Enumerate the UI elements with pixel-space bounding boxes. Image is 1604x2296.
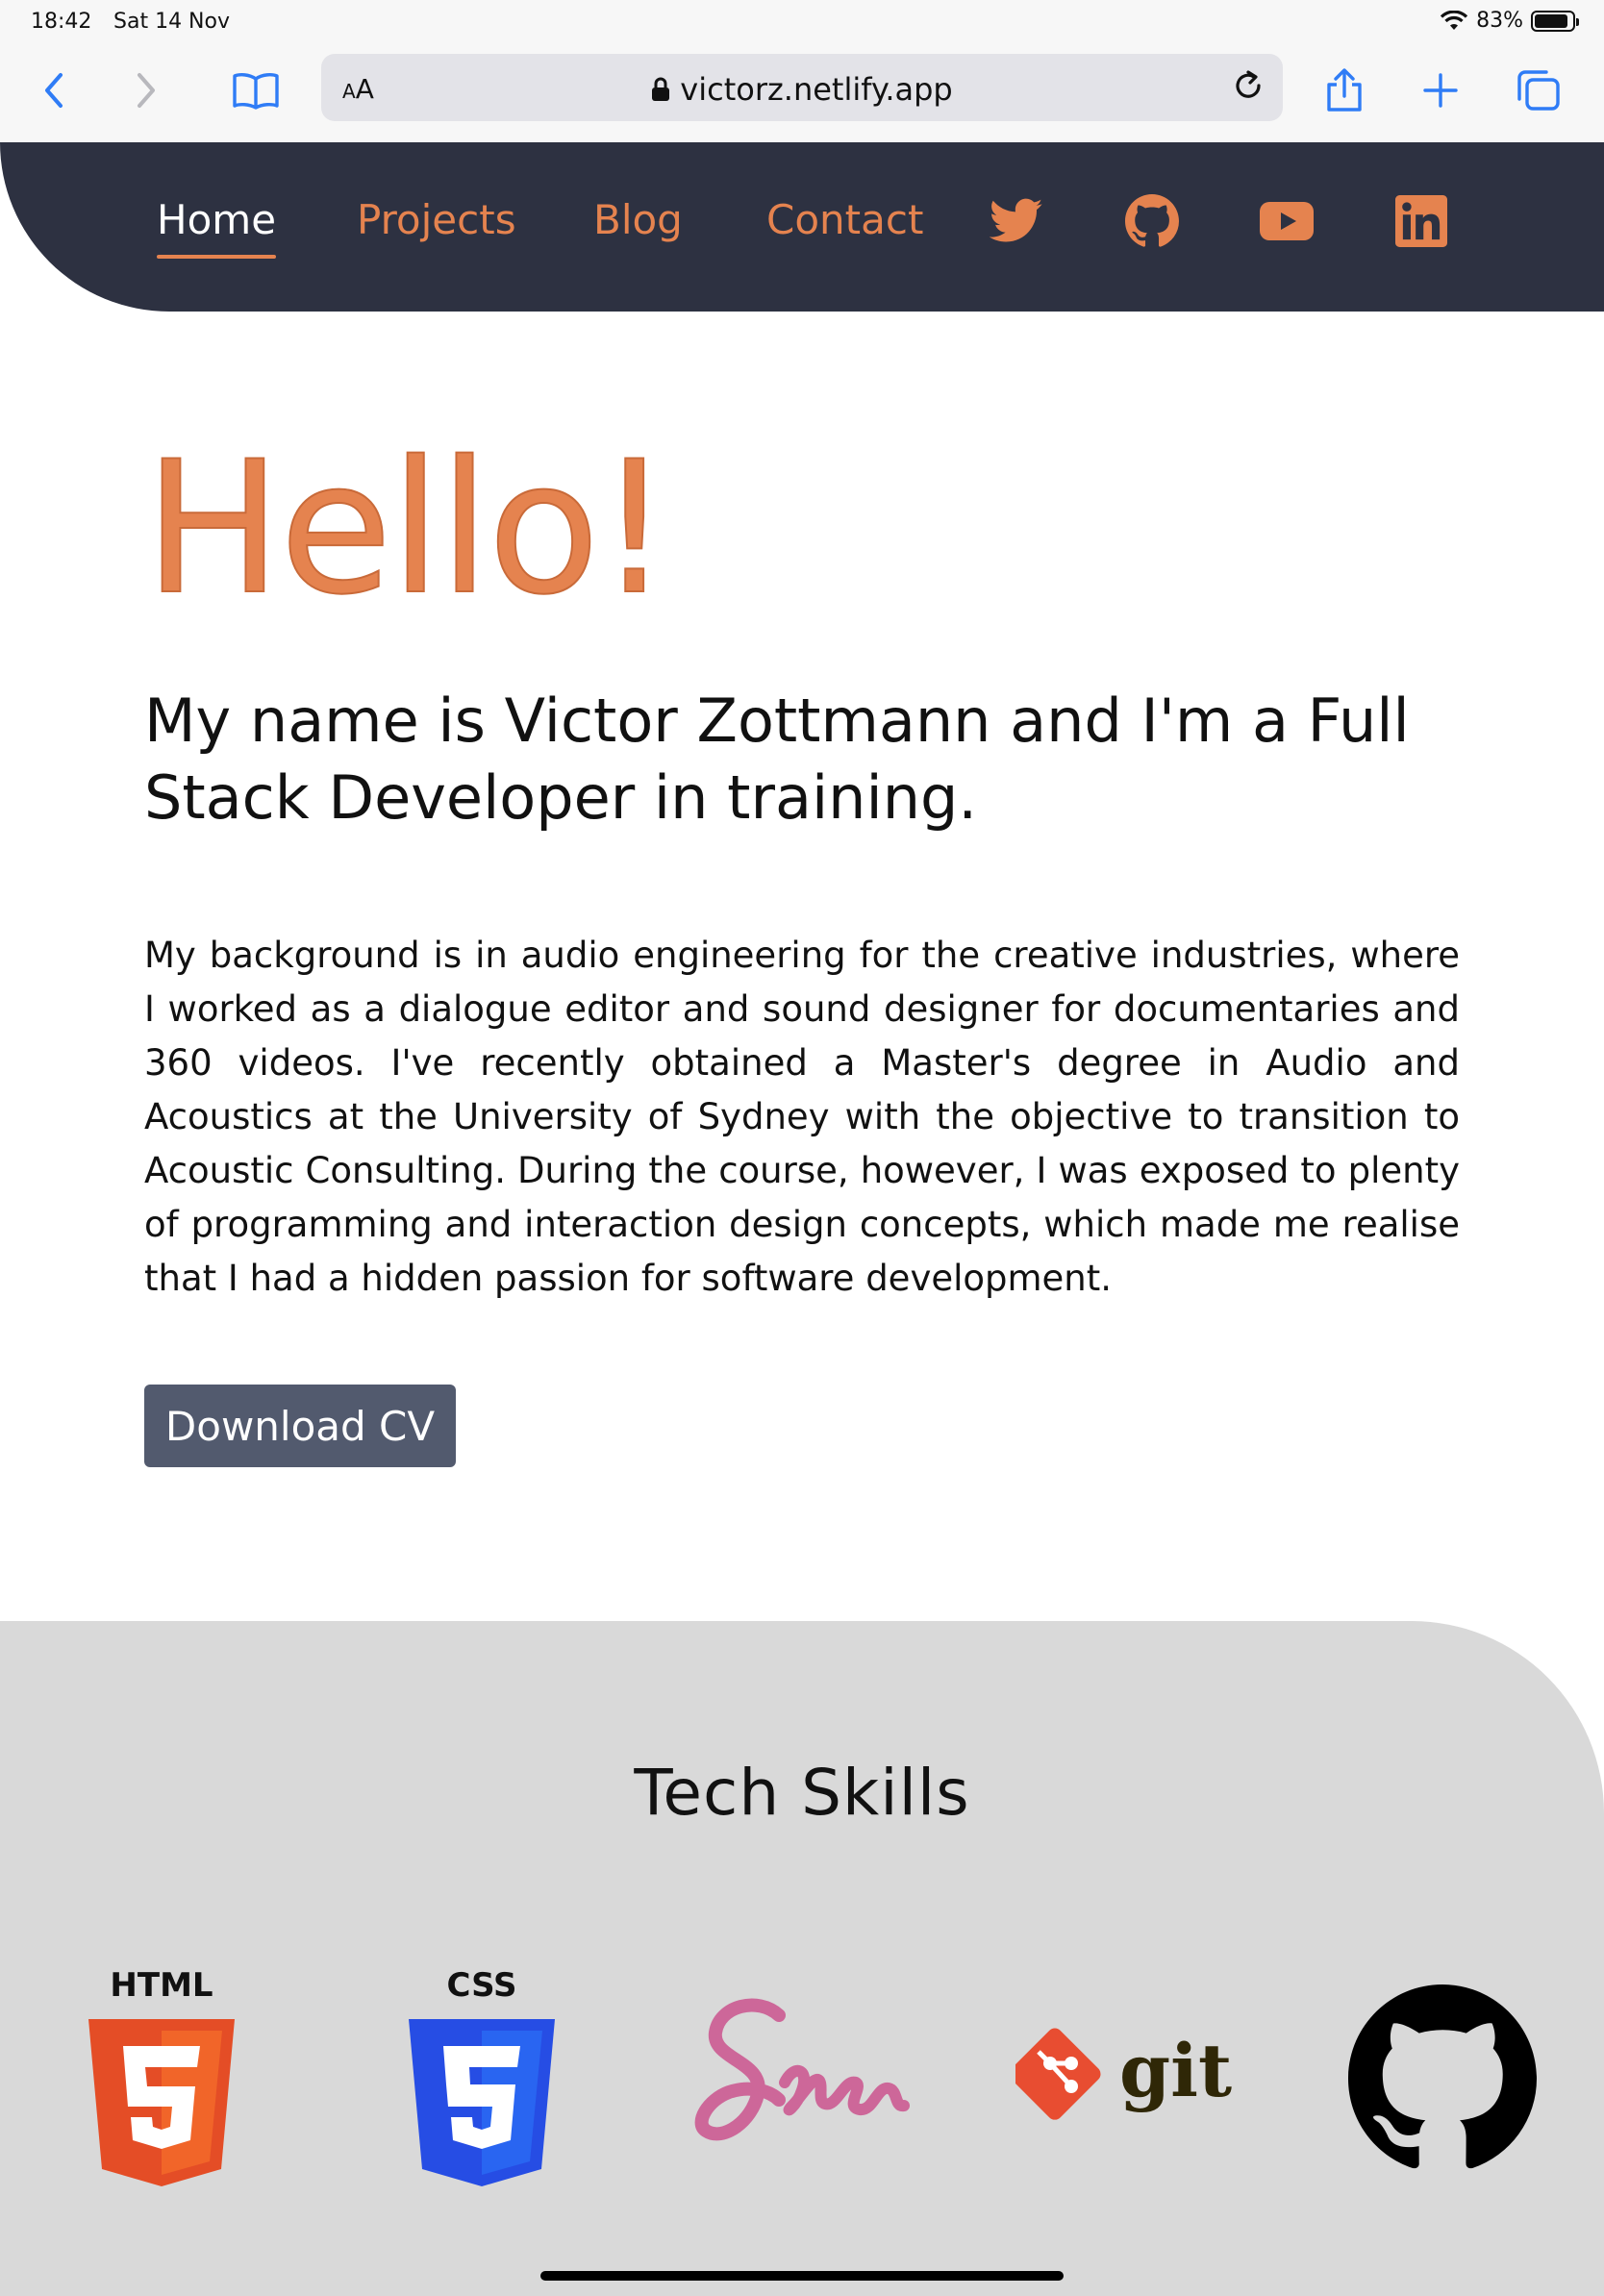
github-logo [1348, 1984, 1537, 2177]
browser-toolbar: AA victorz.netlify.app [0, 46, 1604, 143]
intro-text: My name is Victor Zottmann and I'm a Ful… [144, 686, 1410, 833]
lock-icon [652, 77, 670, 101]
forward-button[interactable] [119, 63, 173, 117]
css-logo-label: CSS [446, 1967, 516, 2005]
status-date: Sat 14 Nov [113, 10, 230, 34]
linkedin-link[interactable] [1392, 192, 1450, 250]
html-logo-label: HTML [110, 1967, 213, 2005]
download-cv-button[interactable]: Download CV [144, 1385, 456, 1467]
youtube-link[interactable] [1258, 192, 1316, 250]
address-bar[interactable]: AA victorz.netlify.app [321, 54, 1283, 121]
twitter-link[interactable] [988, 192, 1045, 250]
tech-skills-section: Tech Skills HTML CSS git [0, 1621, 1604, 2296]
status-indicators: 83% [1440, 9, 1579, 33]
wifi-icon [1440, 10, 1468, 30]
tabs-overview-button[interactable] [1512, 63, 1566, 117]
reload-button[interactable] [1227, 66, 1269, 112]
github-link[interactable] [1123, 192, 1181, 250]
share-button[interactable] [1317, 63, 1371, 117]
bio-paragraph: My background is in audio engineering fo… [144, 935, 1460, 1299]
linkedin-icon [1395, 195, 1447, 247]
book-icon [233, 73, 279, 110]
site-navbar: Home Projects Blog Contact [0, 142, 1604, 312]
nav-projects[interactable]: Projects [357, 196, 516, 243]
url-display: victorz.netlify.app [321, 71, 1283, 108]
nav-home[interactable]: Home [157, 196, 277, 259]
git-logo: git [1009, 2025, 1237, 2134]
chevron-left-icon [45, 73, 63, 108]
tech-skills-title: Tech Skills [634, 1756, 970, 1830]
tabs-icon [1517, 70, 1560, 111]
bookmarks-button[interactable] [229, 63, 283, 117]
battery-icon [1531, 10, 1579, 32]
share-icon [1327, 68, 1362, 112]
back-button[interactable] [27, 63, 81, 117]
github-icon [1125, 194, 1179, 247]
home-indicator[interactable] [540, 2271, 1064, 2281]
battery-percent: 83% [1476, 9, 1523, 33]
new-tab-button[interactable] [1414, 63, 1467, 117]
css3-logo: CSS [405, 1966, 559, 2192]
youtube-icon [1260, 202, 1314, 240]
html5-logo: HTML [85, 1966, 238, 2192]
hello-heading: Hello! [143, 422, 672, 636]
url-text: victorz.netlify.app [680, 71, 953, 108]
plus-icon [1423, 73, 1458, 108]
nav-contact[interactable]: Contact [766, 196, 923, 243]
twitter-icon [990, 198, 1043, 242]
chevron-right-icon [138, 73, 155, 108]
sass-logo [690, 1986, 912, 2163]
nav-blog[interactable]: Blog [593, 196, 683, 243]
status-bar: 18:42 Sat 14 Nov 83% [0, 0, 1604, 46]
git-logo-label: git [1119, 2028, 1232, 2113]
status-time: 18:42 [31, 10, 92, 34]
reload-icon [1236, 70, 1261, 98]
